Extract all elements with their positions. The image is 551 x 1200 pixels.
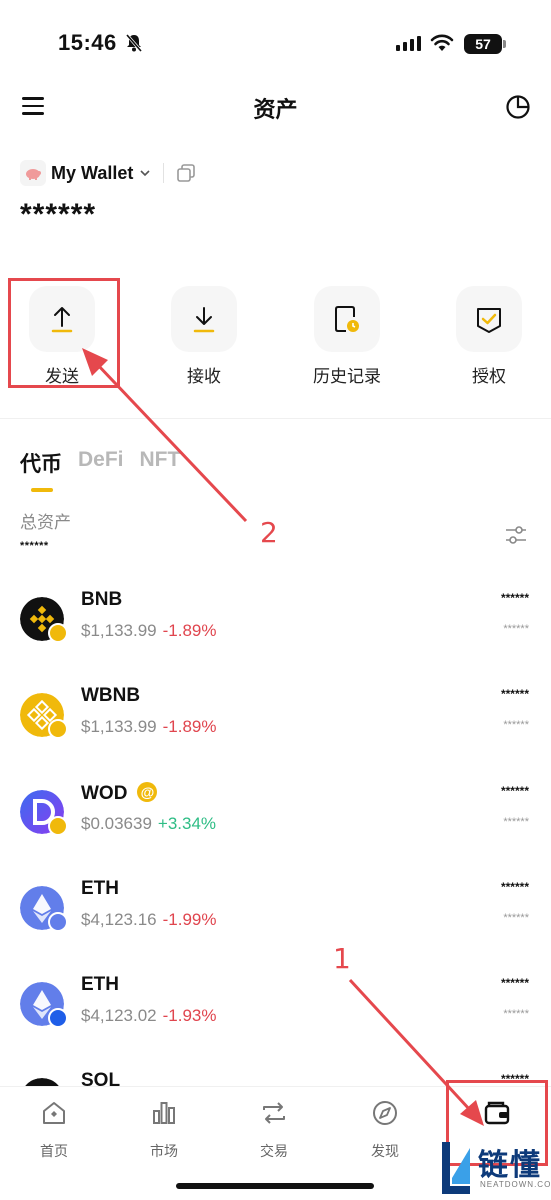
token-fiat-value: ****** (503, 623, 529, 635)
nav-discover[interactable]: 发现 (340, 1099, 430, 1161)
cellular-signal-icon (396, 36, 421, 51)
bell-muted-icon (125, 34, 143, 52)
nav-label: 交易 (260, 1143, 288, 1159)
nav-market[interactable]: 市场 (119, 1099, 209, 1161)
token-balance: ****** (500, 591, 529, 605)
ethereum-chain-badge-icon (48, 912, 68, 932)
token-price: $4,123.02 -1.93% (81, 1006, 217, 1026)
price-value: $1,133.99 (81, 717, 157, 736)
send-highlight-box (8, 278, 120, 388)
copy-icon[interactable] (176, 163, 196, 183)
token-row[interactable]: WOD @ $0.03639 +3.34% ****** ****** (0, 782, 551, 870)
filter-sliders-icon[interactable] (504, 524, 528, 546)
history-button[interactable]: 历史记录 (292, 286, 402, 387)
token-symbol: WBNB (81, 685, 141, 706)
token-price: $1,133.99 -1.89% (81, 621, 217, 641)
price-value: $0.03639 (81, 814, 152, 833)
section-divider (0, 418, 551, 419)
price-change: -1.89% (162, 717, 217, 736)
tab-tokens[interactable]: 代币 (20, 448, 62, 478)
swap-icon (263, 1102, 285, 1124)
total-assets-value: ****** (20, 540, 49, 552)
token-balance: ****** (500, 880, 529, 894)
price-change: -1.89% (162, 621, 217, 640)
token-fiat-value: ****** (503, 1008, 529, 1020)
token-balance: ****** (500, 976, 529, 990)
history-icon (335, 306, 359, 332)
battery-icon: 57 (464, 34, 506, 54)
token-price: $4,123.16 -1.99% (81, 910, 217, 930)
price-value: $4,123.16 (81, 910, 157, 929)
token-fiat-value: ****** (503, 719, 529, 731)
bnb-chain-badge-icon (48, 816, 68, 836)
nav-label: 首页 (40, 1143, 68, 1159)
token-symbol: ETH (81, 974, 119, 995)
status-time: 15:46 (58, 30, 117, 55)
total-assets-label: 总资产 (20, 513, 71, 532)
at-badge: @ (137, 782, 158, 802)
receive-label: 接收 (187, 367, 221, 386)
token-fiat-value: ****** (503, 912, 529, 924)
bnb-chain-badge-icon (48, 623, 68, 643)
token-price: $1,133.99 -1.89% (81, 717, 217, 737)
token-symbol: WOD @ (81, 782, 158, 805)
active-tab-indicator (31, 488, 53, 492)
receive-button[interactable]: 接收 (149, 286, 259, 387)
token-row[interactable]: WBNB $1,133.99 -1.89% ****** ****** (0, 685, 551, 773)
token-row[interactable]: ETH $4,123.02 -1.93% ****** ****** (0, 974, 551, 1062)
annotation-step-2: 2 (260, 516, 278, 549)
nav-home[interactable]: 首页 (9, 1099, 99, 1161)
authorize-label: 授权 (472, 367, 506, 386)
price-change: +3.34% (157, 814, 217, 833)
price-value: $1,133.99 (81, 621, 157, 640)
nav-label: 市场 (150, 1143, 178, 1159)
token-row[interactable]: ETH $4,123.16 -1.99% ****** ****** (0, 878, 551, 966)
watermark: 链懂 NEATDOWN.COM (438, 1136, 551, 1200)
nav-trade[interactable]: 交易 (229, 1099, 319, 1161)
token-symbol: ETH (81, 878, 119, 899)
home-indicator (176, 1183, 374, 1189)
asset-tabs: 代币 DeFi NFT (20, 448, 180, 478)
chevron-down-icon[interactable] (139, 167, 151, 179)
tab-nft[interactable]: NFT (140, 448, 181, 478)
authorize-button[interactable]: 授权 (434, 286, 544, 387)
wallet-balance: ****** (20, 198, 97, 231)
compass-icon (373, 1101, 397, 1125)
wifi-icon (430, 34, 454, 51)
token-row[interactable]: BNB $1,133.99 -1.89% ****** ****** (0, 589, 551, 677)
home-icon (43, 1102, 65, 1124)
annotation-step-1: 1 (333, 942, 351, 975)
price-change: -1.93% (162, 1006, 217, 1025)
history-label: 历史记录 (313, 367, 381, 386)
wallet-selector[interactable]: My Wallet (20, 158, 196, 188)
bnb-chain-badge-icon (48, 719, 68, 739)
authorize-shield-icon (477, 308, 501, 333)
receive-arrow-down-icon (193, 307, 215, 333)
watermark-brand: 链懂 (478, 1149, 542, 1182)
price-change: -1.99% (162, 910, 217, 929)
pie-chart-icon[interactable] (505, 94, 531, 120)
wallet-name[interactable]: My Wallet (51, 163, 133, 184)
divider (163, 163, 165, 183)
market-chart-icon (153, 1102, 175, 1124)
symbol-text: WOD (81, 783, 128, 804)
token-balance: ****** (500, 687, 529, 701)
page-title: 资产 (253, 97, 298, 122)
tab-defi[interactable]: DeFi (78, 448, 124, 478)
status-bar: 15:46 57 (0, 0, 551, 80)
nav-label: 发现 (371, 1143, 399, 1159)
token-fiat-value: ****** (503, 816, 529, 828)
piggy-bank-icon (20, 160, 46, 186)
app-header: 资产 (0, 80, 551, 136)
watermark-logo-icon (442, 1142, 470, 1194)
token-symbol: BNB (81, 589, 123, 610)
base-chain-badge-icon (48, 1008, 68, 1028)
price-value: $4,123.02 (81, 1006, 157, 1025)
token-balance: ****** (500, 784, 529, 798)
token-price: $0.03639 +3.34% (81, 814, 216, 834)
watermark-site: NEATDOWN.COM (480, 1180, 551, 1189)
